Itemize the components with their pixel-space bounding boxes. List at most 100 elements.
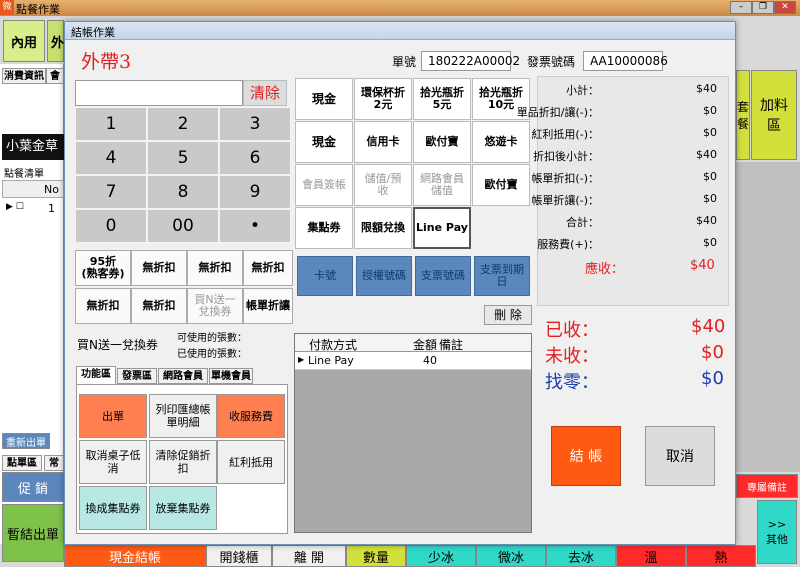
pay-credit-card-button[interactable]: 信用卡: [354, 121, 412, 163]
row-amount: 40: [423, 354, 437, 367]
convert-points-button[interactable]: 換成集點券: [79, 486, 147, 530]
tab-consume-info[interactable]: 消費資訊: [2, 68, 46, 84]
card-number-button[interactable]: 卡號: [297, 256, 353, 296]
less-ice-button[interactable]: 少冰: [406, 545, 476, 567]
leave-button[interactable]: 離 開: [272, 545, 346, 567]
pay-cash-button-1[interactable]: 現金: [295, 78, 353, 120]
cancel-button[interactable]: 取消: [645, 426, 715, 486]
quantity-button[interactable]: 數量: [346, 545, 406, 567]
coupon-title: 買N送一兌換券: [77, 338, 158, 352]
print-summary-button[interactable]: 列印匯總帳 單明細: [149, 394, 217, 438]
pay-limited-redeem-button[interactable]: 限額兌換: [354, 207, 412, 249]
auth-code-button[interactable]: 授權號碼: [356, 256, 412, 296]
summary-label: 帳單折扣(-)：: [531, 172, 599, 185]
clear-button[interactable]: 清除: [243, 80, 287, 106]
pay-points-coupon-button[interactable]: 集點券: [295, 207, 353, 249]
print-order-button[interactable]: 出單: [79, 394, 147, 438]
key-00[interactable]: 00: [147, 209, 219, 243]
unpaid-label: 未收：: [545, 346, 599, 367]
summary-value: $0: [703, 126, 717, 139]
check-due-date-button[interactable]: 支票到期 日: [474, 256, 530, 296]
tab-member[interactable]: 會: [46, 68, 64, 84]
pay-cash-button-2[interactable]: 現金: [295, 121, 353, 163]
topping-area-button[interactable]: 加料 區: [751, 70, 797, 160]
delete-button[interactable]: 刪 除: [484, 305, 532, 325]
service-fee-button[interactable]: 收服務費: [217, 394, 285, 438]
pay-stored-value-button[interactable]: 儲值/預 收: [354, 164, 412, 206]
key-5[interactable]: 5: [147, 141, 219, 175]
reprint-button[interactable]: 重新出單: [2, 433, 50, 449]
promo-button[interactable]: 促 銷: [2, 472, 64, 502]
dine-in-tab[interactable]: 內用: [3, 20, 45, 62]
key-6[interactable]: 6: [219, 141, 291, 175]
amount-input[interactable]: [75, 80, 243, 106]
key-9[interactable]: 9: [219, 175, 291, 209]
discard-points-button[interactable]: 放棄集點券: [149, 486, 217, 530]
pay-bottle-5-button[interactable]: 拾光瓶折 5元: [413, 78, 471, 120]
summary-label: 單品折扣/讓(-)：: [516, 106, 599, 119]
restore-icon[interactable]: ❐: [752, 1, 774, 14]
col-amount: 金額: [413, 338, 438, 352]
minimize-icon[interactable]: –: [730, 1, 752, 14]
key-1[interactable]: 1: [75, 107, 147, 141]
no-discount-button-3[interactable]: 無折扣: [243, 250, 293, 286]
no-discount-button-2[interactable]: 無折扣: [187, 250, 243, 286]
col-pay-method: 付款方式: [309, 338, 358, 352]
col-note: 備註: [439, 338, 464, 352]
pay-line-pay-button[interactable]: Line Pay: [413, 207, 471, 249]
key-3[interactable]: 3: [219, 107, 291, 141]
light-ice-button[interactable]: 微冰: [476, 545, 546, 567]
pay-allpay-button-2[interactable]: 歐付寶: [472, 164, 530, 206]
summary-value: $0: [703, 192, 717, 205]
pay-eco-cup-button[interactable]: 環保杯折 2元: [354, 78, 412, 120]
check-number-button[interactable]: 支票號碼: [415, 256, 471, 296]
checkout-button[interactable]: 結 帳: [551, 426, 621, 486]
no-ice-button[interactable]: 去冰: [546, 545, 616, 567]
open-drawer-button[interactable]: 開錢櫃: [206, 545, 272, 567]
combo-area-button[interactable]: 套 餐: [736, 70, 750, 160]
bonus-redeem-button[interactable]: 紅利抵用: [217, 440, 285, 484]
dialog-titlebar: 結帳作業: [65, 22, 735, 40]
invoice-no-field: AA10000086: [583, 51, 668, 71]
no-discount-button-1[interactable]: 無折扣: [131, 250, 187, 286]
key-0[interactable]: 0: [75, 209, 147, 243]
due-label: 應收：: [585, 262, 625, 277]
right-panel: [736, 162, 800, 472]
summary-value: $0: [703, 236, 717, 249]
key-4[interactable]: 4: [75, 141, 147, 175]
other-button[interactable]: >> 其他: [757, 500, 797, 564]
row-pointer-icon: ▶ ☐: [6, 202, 24, 212]
cash-checkout-button[interactable]: 現金結帳: [64, 545, 206, 567]
pay-allpay-button-1[interactable]: 歐付寶: [413, 121, 471, 163]
summary-label: 小計：: [566, 84, 599, 97]
takeout-tab[interactable]: 外: [47, 20, 64, 62]
received-label: 已收：: [545, 320, 599, 341]
discount-95-button[interactable]: 95折 (熟客券): [75, 250, 131, 286]
close-icon[interactable]: ✕: [774, 1, 796, 14]
buy-n-get-one-button[interactable]: 買N送一 兌換券: [187, 288, 243, 324]
no-discount-button-5[interactable]: 無折扣: [131, 288, 187, 324]
key-8[interactable]: 8: [147, 175, 219, 209]
summary-value: $40: [696, 82, 717, 95]
order-col-no: No: [44, 183, 59, 196]
clear-promo-button[interactable]: 清除促銷折 扣: [149, 440, 217, 484]
warm-button[interactable]: 溫: [616, 545, 686, 567]
hot-button[interactable]: 熱: [686, 545, 756, 567]
tab-order-area[interactable]: 點單區: [2, 455, 42, 471]
key-decimal[interactable]: •: [219, 209, 291, 243]
pay-online-member-value-button[interactable]: 網路會員 儲值: [413, 164, 471, 206]
tab-function[interactable]: 功能區: [76, 366, 116, 384]
no-discount-button-4[interactable]: 無折扣: [75, 288, 131, 324]
tab-invoice[interactable]: 發票區: [117, 368, 157, 384]
tab-standalone-member[interactable]: 單機會員: [209, 368, 253, 384]
bill-allowance-button[interactable]: 帳單折讓: [243, 288, 293, 324]
key-7[interactable]: 7: [75, 175, 147, 209]
pay-member-account-button[interactable]: 會員簽帳: [295, 164, 353, 206]
save-order-button[interactable]: 暫結出單: [2, 504, 64, 562]
cancel-min-charge-button[interactable]: 取消桌子低 消: [79, 440, 147, 484]
tab-common[interactable]: 常: [44, 455, 64, 471]
key-2[interactable]: 2: [147, 107, 219, 141]
tab-online-member[interactable]: 網路會員: [158, 368, 208, 384]
special-note-button[interactable]: 專屬備註: [736, 474, 798, 498]
pay-easycard-button[interactable]: 悠遊卡: [472, 121, 530, 163]
